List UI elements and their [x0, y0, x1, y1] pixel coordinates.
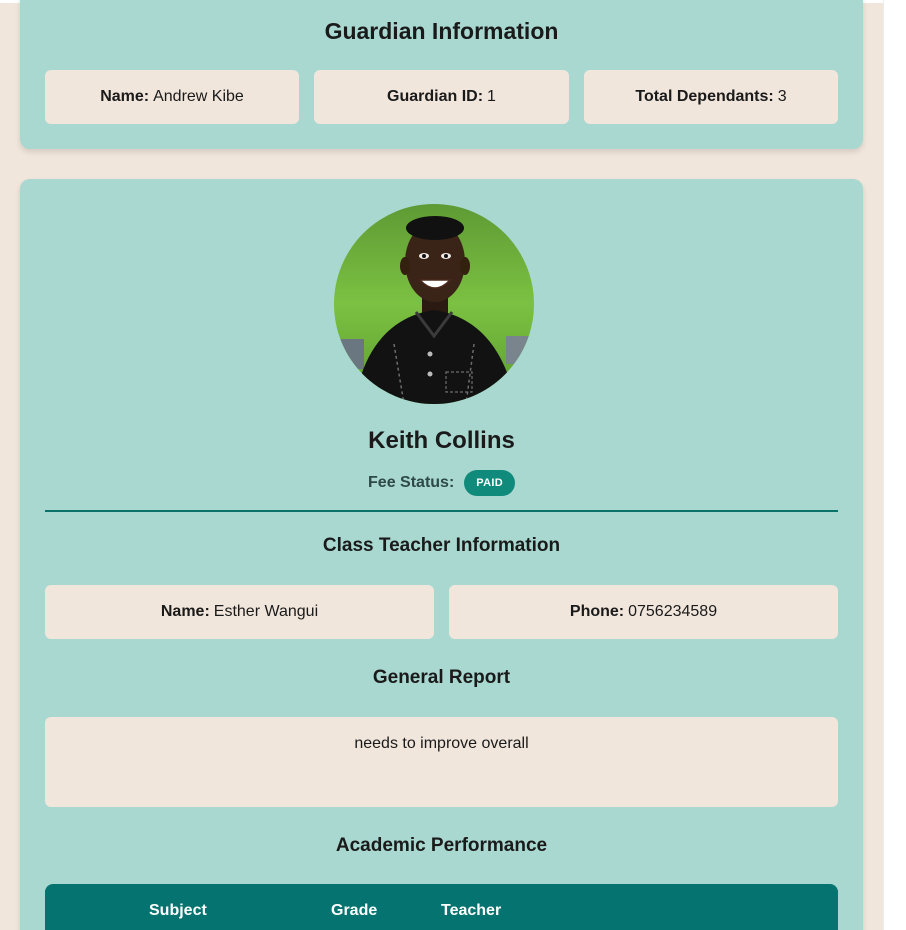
scrollbar-gutter[interactable] [883, 0, 906, 930]
teacher-phone-value: 0756234589 [628, 603, 718, 620]
column-header-grade[interactable]: Grade [331, 902, 377, 920]
guardian-info-card: Guardian Information Name: Andrew Kibe G… [20, 0, 863, 149]
student-name: Keith Collins [368, 427, 515, 454]
guardian-id-value: 1 [487, 88, 496, 105]
guardian-title: Guardian Information [324, 18, 559, 44]
column-header-subject[interactable]: Subject [149, 902, 207, 920]
guardian-name-value: Andrew Kibe [153, 88, 244, 105]
teacher-name-value: Esther Wangui [213, 603, 319, 620]
guardian-name-label: Name: [100, 88, 150, 105]
student-card: Keith Collins Fee Status: PAID Class Tea… [20, 179, 863, 930]
guardian-id-label: Guardian ID: [387, 88, 484, 105]
teacher-name-label: Name: [160, 603, 210, 620]
general-report-text: needs to improve overall [354, 735, 529, 752]
total-dependants-box: Total Dependants: 3 [584, 70, 838, 124]
student-avatar [334, 204, 534, 404]
performance-table-header: Subject Grade Teacher [45, 884, 838, 930]
total-dependants-label: Total Dependants: [635, 88, 774, 105]
general-report-box: needs to improve overall [45, 717, 838, 807]
total-dependants-value: 3 [777, 88, 787, 105]
academic-performance-title: Academic Performance [335, 835, 548, 856]
general-report-title: General Report [372, 667, 511, 688]
class-teacher-title: Class Teacher Information [322, 535, 561, 556]
dashboard-page: Guardian Information Name: Andrew Kibe G… [0, 0, 906, 930]
fee-status-label: Fee Status: [368, 474, 455, 491]
fee-status-badge: PAID [464, 470, 515, 496]
teacher-phone-box: Phone: 0756234589 [449, 585, 838, 639]
column-header-teacher[interactable]: Teacher [441, 902, 501, 920]
guardian-name-box: Name: Andrew Kibe [45, 70, 299, 124]
fee-status-row: Fee Status: PAID [20, 470, 863, 496]
section-divider [45, 510, 838, 512]
guardian-id-box: Guardian ID: 1 [314, 70, 569, 124]
teacher-phone-label: Phone: [569, 603, 625, 620]
student-photo-icon [334, 204, 534, 404]
teacher-name-box: Name: Esther Wangui [45, 585, 434, 639]
